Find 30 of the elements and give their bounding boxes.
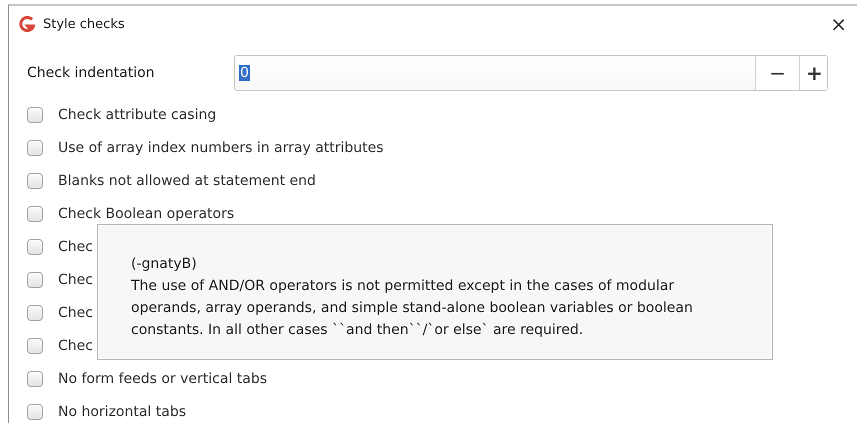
window-title: Style checks <box>43 16 126 32</box>
checkbox-label: Chec <box>58 238 93 254</box>
app-logo-icon <box>19 16 35 32</box>
checkbox-label: Chec <box>58 304 93 320</box>
checkbox[interactable] <box>27 338 43 354</box>
checkbox-label: No horizontal tabs <box>58 404 186 420</box>
checkbox-label: Use of array index numbers in array attributes <box>58 140 384 156</box>
checkbox-label: Blanks not allowed at statement end <box>58 172 316 188</box>
indentation-value: 0 <box>239 65 250 81</box>
checkbox[interactable] <box>27 370 43 386</box>
checkbox[interactable] <box>27 404 43 420</box>
indentation-spinner[interactable]: 0 − + <box>234 55 828 91</box>
checkbox[interactable] <box>27 238 43 254</box>
checkbox[interactable] <box>27 172 43 188</box>
checkbox-label: Chec <box>58 338 93 354</box>
tooltip-heading: (-gnatyB) <box>131 256 197 272</box>
increment-button[interactable]: + <box>799 56 827 90</box>
checkbox[interactable] <box>27 206 43 222</box>
tooltip-text: The use of AND/OR operators is not permitted except in the cases of modular operands, array operands, and simple stand-alone boolean variables or boolean constants. In all other cases ``and then``/`or else` are required. <box>131 277 694 340</box>
checkbox[interactable] <box>27 140 43 156</box>
close-button[interactable]: × <box>824 14 853 34</box>
checkbox[interactable] <box>27 272 43 288</box>
checkbox-label: No form feeds or vertical tabs <box>58 370 268 386</box>
checkbox-label: Check Boolean operators <box>58 206 234 222</box>
checkbox-label: Check attribute casing <box>58 106 216 122</box>
checkbox[interactable] <box>27 106 43 122</box>
checkbox-label: Chec <box>58 272 93 288</box>
checkbox[interactable] <box>27 304 43 320</box>
decrement-button[interactable]: − <box>755 56 799 90</box>
field-label: Check indentation <box>27 65 156 81</box>
